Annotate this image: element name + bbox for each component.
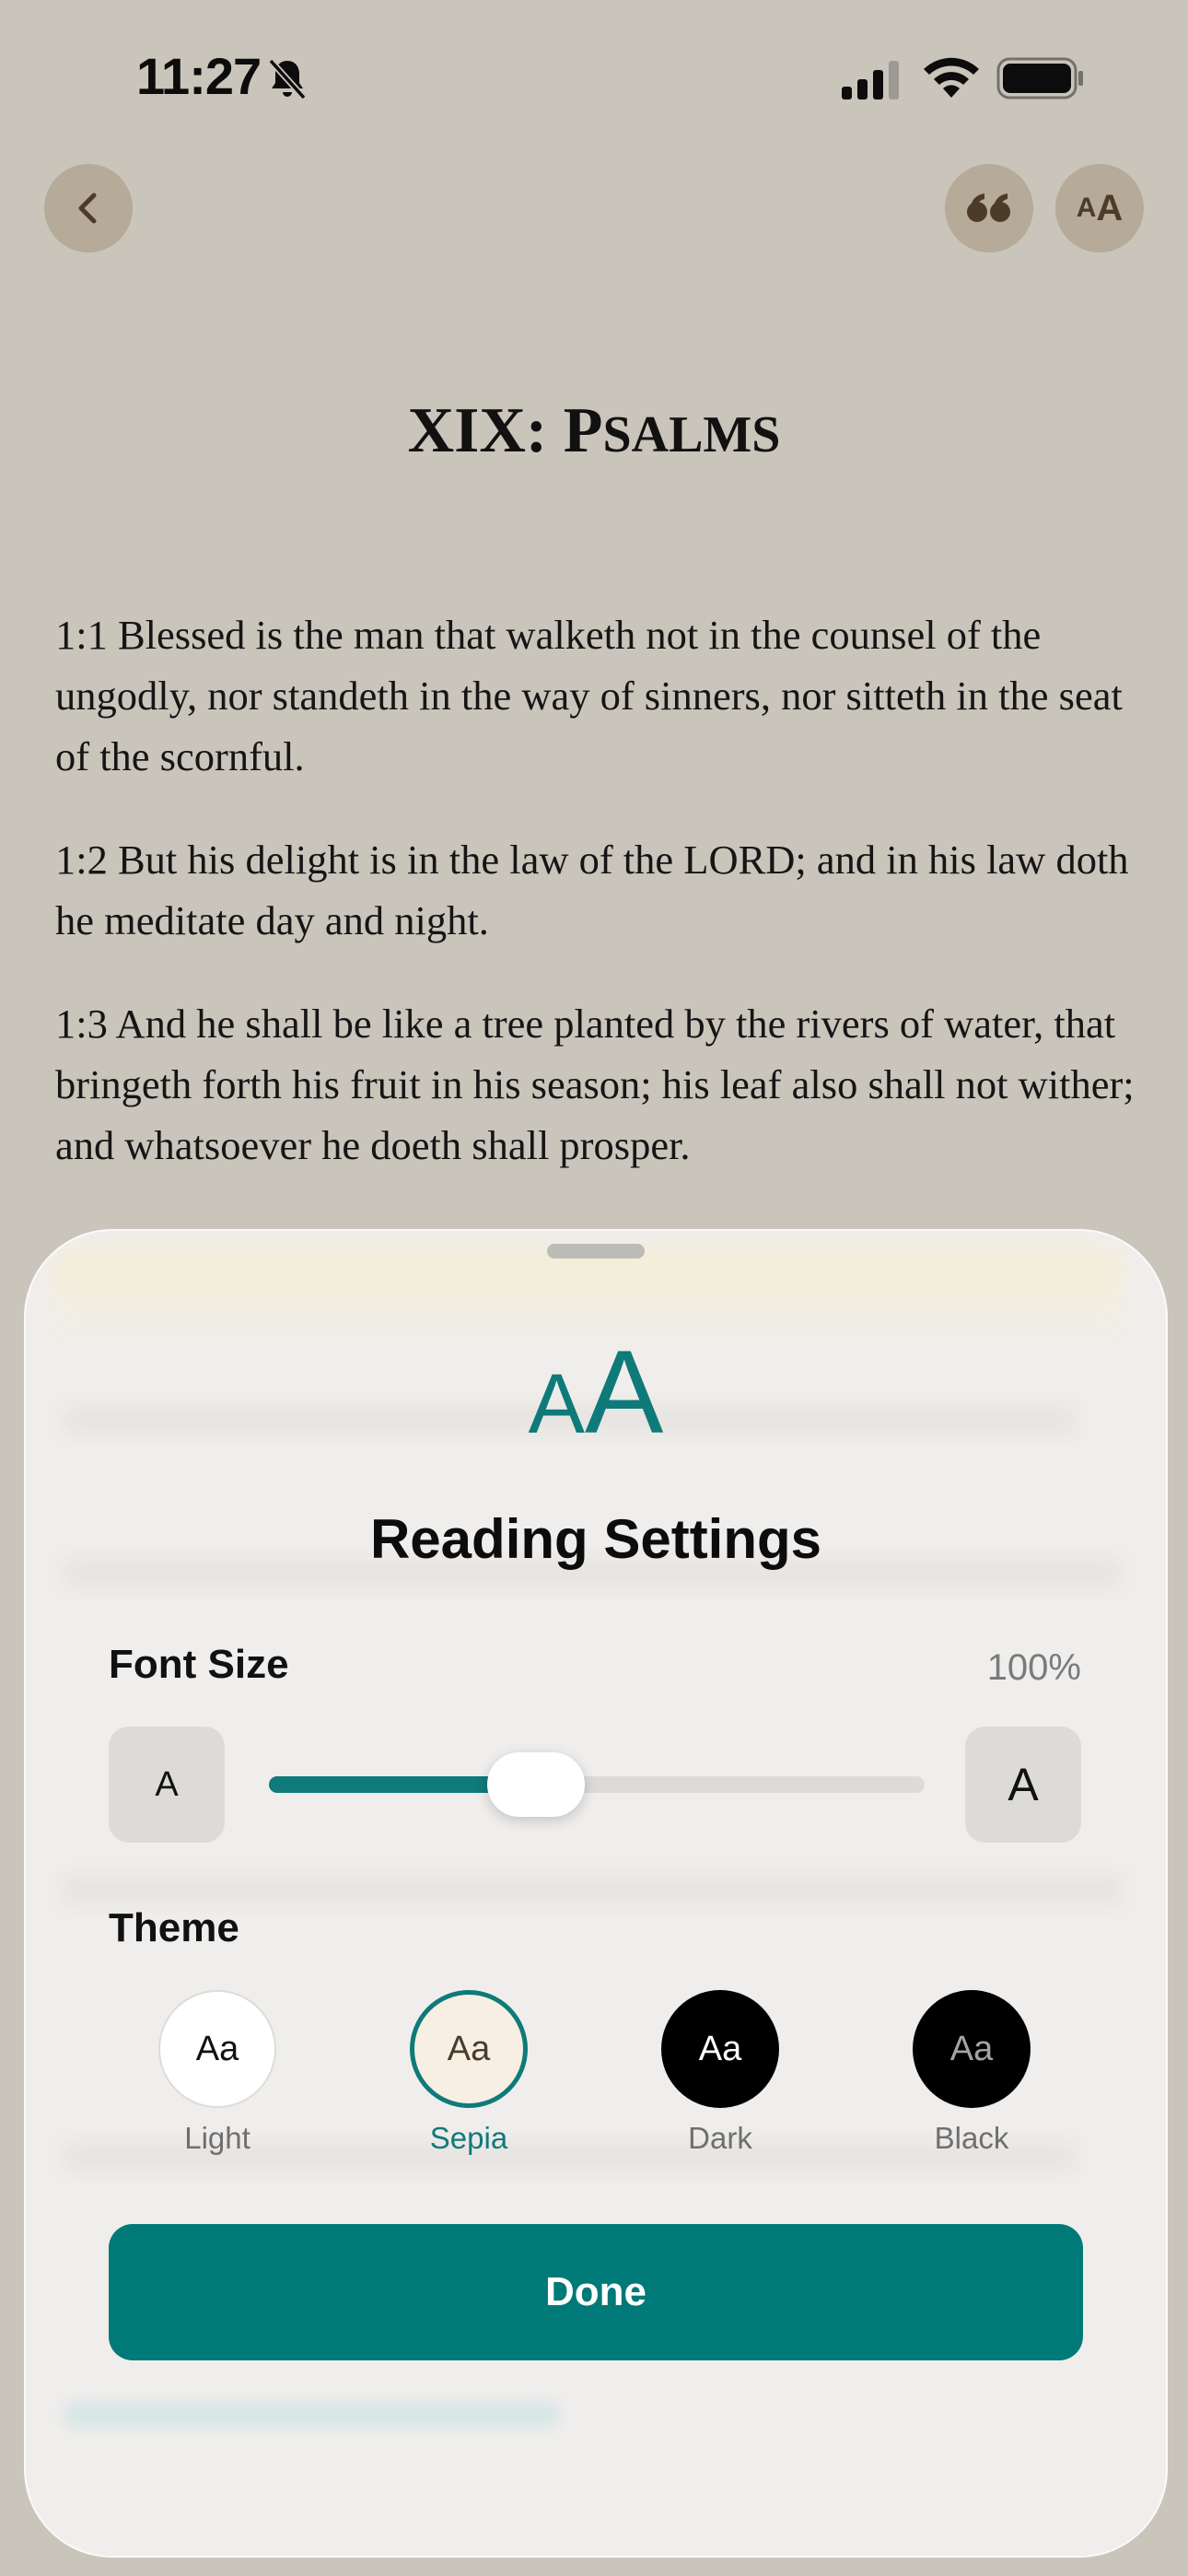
chevron-left-icon [78, 193, 97, 224]
theme-option-black[interactable]: Aa Black [879, 1990, 1064, 2156]
font-size-value: 100% [986, 1647, 1081, 1688]
quote-icon [967, 193, 1010, 222]
font-size-slider[interactable] [269, 1752, 925, 1817]
battery-icon [996, 57, 1083, 100]
verse-text: 1:3 And he shall be like a tree planted … [55, 1001, 1135, 1168]
theme-name: Light [184, 2121, 250, 2155]
slider-thumb[interactable] [486, 1752, 585, 1817]
increase-font-button[interactable]: A [965, 1727, 1081, 1843]
theme-swatch[interactable]: Aa [913, 1990, 1031, 2108]
verse-text: 1:1 Blessed is the man that walketh not … [55, 612, 1123, 779]
theme-name: Dark [688, 2121, 752, 2155]
theme-option-sepia[interactable]: Aa Sepia [377, 1990, 561, 2156]
sheet-title: Reading Settings [369, 1508, 822, 1570]
wifi-icon [924, 57, 979, 98]
theme-label: Theme [109, 1905, 239, 1950]
theme-swatch[interactable]: Aa [158, 1990, 276, 2108]
done-button[interactable]: Done [109, 2224, 1083, 2360]
quote-button[interactable] [945, 164, 1033, 252]
verse-list: 1:1 Blessed is the man that walketh not … [55, 604, 1142, 1218]
sheet-grabber[interactable] [547, 1244, 645, 1259]
chapter-title: XIX: PSALMS [0, 394, 1188, 468]
chapter-book: PSALMS [563, 395, 781, 466]
background-link-ghost [63, 2403, 560, 2427]
reading-settings-sheet: AA Reading Settings Font Size 100% A A T… [24, 1229, 1168, 2558]
text-size-icon: AA [528, 1327, 664, 1458]
decrease-font-button[interactable]: A [109, 1727, 225, 1843]
background-text-ghost [63, 1876, 1122, 1903]
status-time: 11:27 [136, 47, 262, 105]
theme-name: Black [934, 2121, 1009, 2155]
status-bar: 11:27 [0, 0, 1188, 161]
theme-swatch[interactable]: Aa [410, 1990, 528, 2108]
back-button[interactable] [44, 164, 133, 252]
chapter-roman: XIX: [407, 395, 564, 466]
font-size-label: Font Size [109, 1642, 289, 1687]
theme-option-light[interactable]: Aa Light [125, 1990, 309, 2156]
bell-slash-icon [268, 58, 307, 100]
cellular-signal-icon [842, 61, 899, 100]
text-size-glyph-large: A [1096, 187, 1124, 228]
verse-text: 1:2 But his delight is in the law of the… [55, 837, 1129, 943]
text-size-glyph-small: A [1076, 193, 1097, 223]
theme-name: Sepia [429, 2121, 508, 2155]
text-size-button[interactable]: AA [1055, 164, 1144, 252]
theme-swatch[interactable]: Aa [661, 1990, 779, 2108]
theme-option-dark[interactable]: Aa Dark [628, 1990, 812, 2156]
